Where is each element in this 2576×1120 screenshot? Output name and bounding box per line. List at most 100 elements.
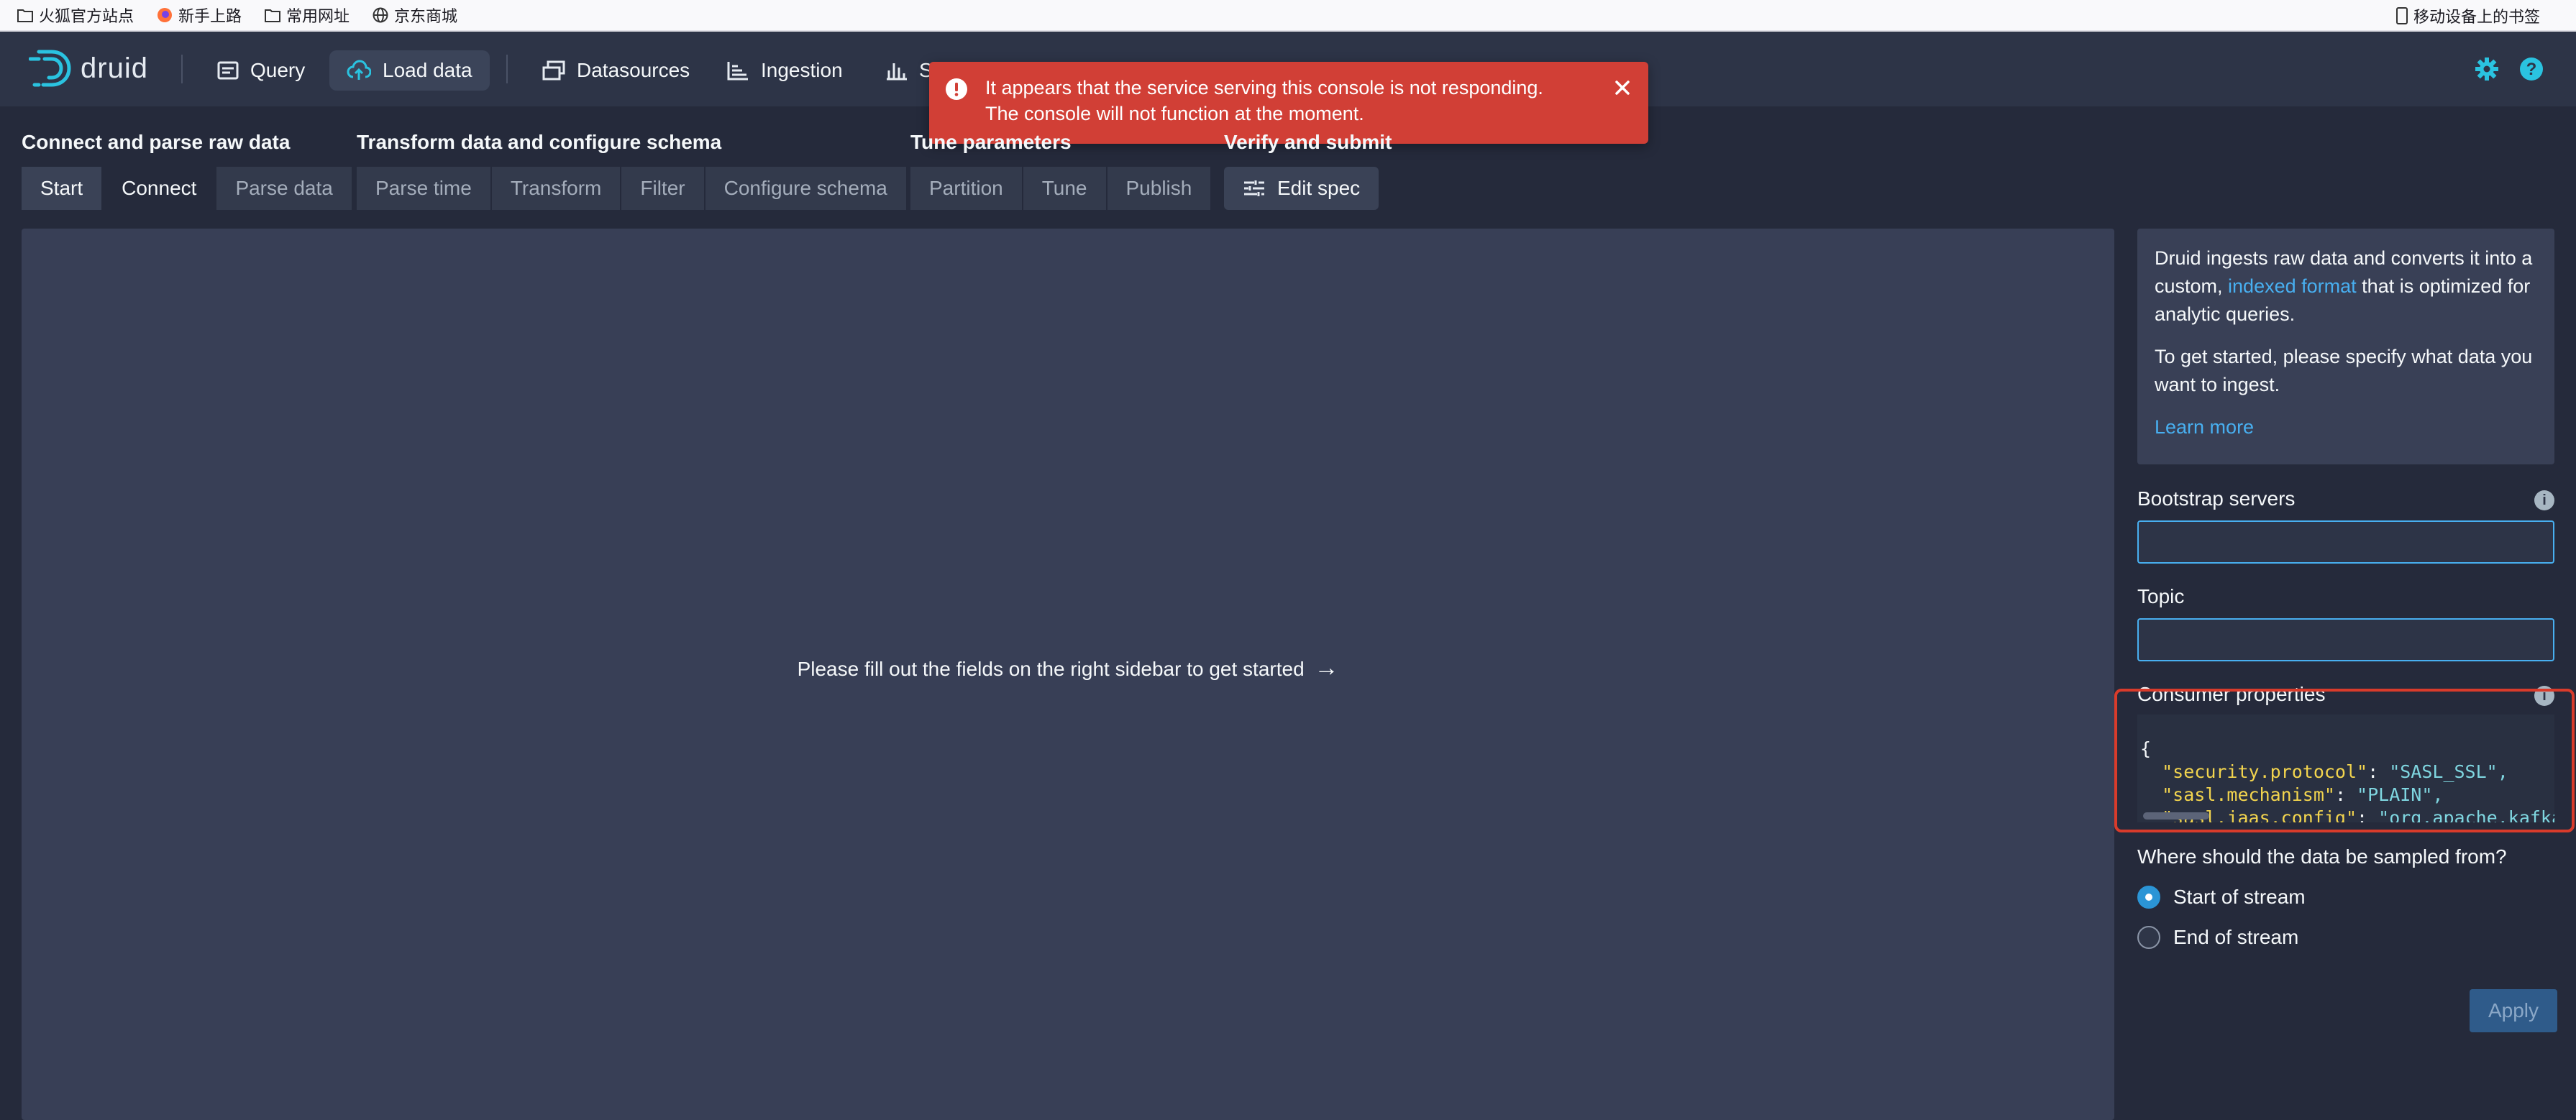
radio-label: Start of stream bbox=[2173, 886, 2306, 908]
nav-item-datasources[interactable]: Datasources bbox=[525, 50, 707, 91]
tab-partition[interactable]: Partition bbox=[910, 167, 1023, 210]
mobile-icon bbox=[2395, 7, 2408, 24]
radio-end-of-stream[interactable]: End of stream bbox=[2137, 926, 2298, 949]
bookmark-label: 火狐官方站点 bbox=[39, 7, 134, 25]
empty-state-text: Please fill out the fields on the right … bbox=[797, 657, 1305, 680]
step-group-title: Tune parameters bbox=[910, 131, 1072, 153]
nav-label: Query bbox=[250, 59, 306, 81]
close-icon[interactable] bbox=[1612, 78, 1632, 98]
step-group-tune: Tune parameters Partition Tune Publish bbox=[910, 131, 1211, 210]
intro-card: Druid ingests raw data and converts it i… bbox=[2137, 229, 2554, 464]
bookmark-label: 常用网址 bbox=[286, 7, 350, 25]
consumer-properties-label-text: Consumer properties bbox=[2137, 683, 2326, 705]
info-icon[interactable]: i bbox=[2534, 490, 2554, 510]
settings-button[interactable] bbox=[2471, 53, 2503, 85]
radio-button[interactable] bbox=[2137, 926, 2160, 949]
nav-label: Ingestion bbox=[761, 59, 843, 81]
tab-parse-time[interactable]: Parse time bbox=[357, 167, 492, 210]
tab-tune[interactable]: Tune bbox=[1023, 167, 1107, 210]
tab-transform[interactable]: Transform bbox=[491, 167, 622, 210]
bookmark-item[interactable]: 新手上路 bbox=[157, 4, 242, 27]
mobile-bookmarks-label: 移动设备上的书签 bbox=[2413, 8, 2540, 26]
bookmark-item[interactable]: 火狐官方站点 bbox=[17, 4, 134, 27]
step-group-verify: Verify and submit Edit spec bbox=[1224, 131, 1392, 210]
main-panel: Please fill out the fields on the right … bbox=[22, 229, 2114, 1120]
consumer-properties-editor[interactable]: { "security.protocol": "SASL_SSL", "sasl… bbox=[2137, 715, 2554, 822]
topic-label: Topic bbox=[2137, 585, 2185, 607]
bootstrap-servers-label: Bootstrap servers i bbox=[2137, 487, 2554, 510]
step-tabs: Edit spec bbox=[1224, 167, 1392, 210]
code-line: "security.protocol": "SASL_SSL", bbox=[2162, 761, 2508, 782]
bookmark-label: 新手上路 bbox=[178, 7, 242, 25]
cloud-upload-icon bbox=[347, 60, 371, 80]
topic-input[interactable] bbox=[2137, 618, 2554, 661]
code-brace-open: { bbox=[2140, 738, 2152, 759]
druid-console: 火狐官方站点 新手上路 常用网址 京东商城 移动设备上的书签 druid Que… bbox=[0, 0, 2576, 1120]
right-sidebar: Druid ingests raw data and converts it i… bbox=[2117, 229, 2576, 1120]
toast-line-1: It appears that the service serving this… bbox=[985, 77, 1543, 98]
learn-more-link[interactable]: Learn more bbox=[2155, 416, 2254, 438]
nav-label: Datasources bbox=[577, 59, 690, 81]
bookmark-item[interactable]: 京东商城 bbox=[373, 4, 457, 27]
bookmarks-bar: 火狐官方站点 新手上路 常用网址 京东商城 移动设备上的书签 bbox=[0, 0, 2576, 32]
tab-start[interactable]: Start bbox=[22, 167, 104, 210]
firefox-icon bbox=[157, 8, 173, 22]
bootstrap-servers-label-text: Bootstrap servers bbox=[2137, 487, 2296, 510]
intro-paragraph-2: To get started, please specify what data… bbox=[2155, 346, 2533, 395]
query-icon bbox=[217, 61, 239, 80]
editor-scrollbar[interactable] bbox=[2143, 812, 2209, 820]
folder-icon bbox=[265, 9, 281, 22]
globe-icon bbox=[373, 7, 388, 23]
ingestion-icon bbox=[727, 62, 748, 81]
mobile-bookmarks[interactable]: 移动设备上的书签 bbox=[2395, 0, 2540, 32]
nav-item-load-data[interactable]: Load data bbox=[329, 50, 490, 91]
nav-divider bbox=[181, 55, 183, 83]
svg-text:?: ? bbox=[2526, 60, 2537, 79]
tab-parse-data[interactable]: Parse data bbox=[216, 167, 352, 210]
step-group-title: Verify and submit bbox=[1224, 131, 1392, 153]
bootstrap-servers-input[interactable] bbox=[2137, 520, 2554, 564]
tab-publish[interactable]: Publish bbox=[1107, 167, 1211, 210]
step-tabs: Parse time Transform Filter Configure sc… bbox=[357, 167, 906, 210]
step-group-title: Transform data and configure schema bbox=[357, 131, 722, 153]
toast-message: It appears that the service serving this… bbox=[985, 75, 1543, 127]
druid-logo[interactable]: druid bbox=[29, 47, 148, 89]
gear-icon bbox=[2475, 58, 2498, 81]
indexed-format-link[interactable]: indexed format bbox=[2228, 275, 2357, 297]
step-group-title: Connect and parse raw data bbox=[22, 131, 291, 153]
bookmark-label: 京东商城 bbox=[394, 7, 458, 25]
nav-item-ingestion[interactable]: Ingestion bbox=[709, 50, 860, 91]
help-icon: ? bbox=[2520, 58, 2543, 81]
apply-button[interactable]: Apply bbox=[2470, 989, 2557, 1032]
radio-label: End of stream bbox=[2173, 926, 2299, 948]
edit-spec-label: Edit spec bbox=[1277, 177, 1361, 199]
nav-divider bbox=[506, 55, 508, 83]
tab-configure-schema[interactable]: Configure schema bbox=[705, 167, 906, 210]
toast-line-2: The console will not function at the mom… bbox=[985, 103, 1364, 124]
sample-question: Where should the data be sampled from? bbox=[2137, 845, 2507, 868]
edit-spec-icon bbox=[1244, 180, 1264, 196]
tab-connect[interactable]: Connect bbox=[103, 167, 217, 210]
error-icon bbox=[946, 78, 967, 100]
tab-edit-spec[interactable]: Edit spec bbox=[1224, 167, 1379, 210]
consumer-properties-label: Consumer properties i bbox=[2137, 683, 2554, 706]
radio-button[interactable] bbox=[2137, 886, 2160, 909]
segments-icon bbox=[887, 63, 907, 81]
step-group-connect: Connect and parse raw data Start Connect… bbox=[22, 131, 352, 210]
arrow-right-icon: → bbox=[1314, 653, 1339, 681]
step-tabs: Partition Tune Publish bbox=[910, 167, 1211, 210]
nav-item-query[interactable]: Query bbox=[200, 50, 322, 91]
nav-label: Load data bbox=[383, 59, 472, 81]
druid-logo-icon bbox=[29, 50, 71, 87]
help-button[interactable]: ? bbox=[2516, 53, 2547, 85]
bookmark-item[interactable]: 常用网址 bbox=[265, 4, 350, 27]
brand-name: druid bbox=[81, 52, 148, 84]
code-line: "sasl.mechanism": "PLAIN", bbox=[2162, 784, 2444, 805]
folder-icon bbox=[17, 9, 33, 22]
info-icon[interactable]: i bbox=[2534, 686, 2554, 706]
tab-filter[interactable]: Filter bbox=[621, 167, 705, 210]
datasources-icon bbox=[542, 60, 565, 81]
step-tabs: Start Connect Parse data bbox=[22, 167, 352, 210]
radio-start-of-stream[interactable]: Start of stream bbox=[2137, 886, 2306, 909]
intro-paragraph: Druid ingests raw data and converts it i… bbox=[2155, 244, 2537, 329]
